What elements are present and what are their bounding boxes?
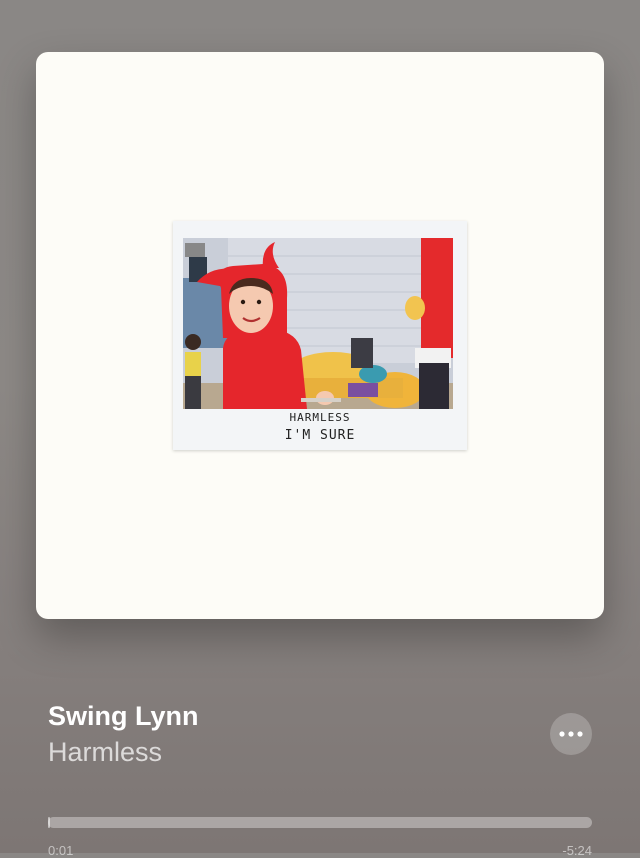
playback-progress-bar[interactable] (48, 817, 592, 828)
album-artwork[interactable]: HARMLESS I'M SURE (36, 52, 604, 619)
cover-illustration (183, 238, 453, 409)
polaroid-photo: HARMLESS I'M SURE (173, 221, 467, 450)
track-artist[interactable]: Harmless (48, 737, 162, 768)
progress-fill (48, 817, 50, 828)
elapsed-time: 0:01 (48, 843, 74, 858)
remaining-time: -5:24 (562, 843, 592, 858)
more-options-button[interactable] (550, 713, 592, 755)
cover-photo (183, 238, 453, 409)
track-title[interactable]: Swing Lynn (48, 701, 199, 732)
cover-text-line1: HARMLESS (289, 411, 351, 424)
ellipsis-icon (559, 731, 583, 737)
cover-text-line2: I'M SURE (284, 428, 356, 443)
